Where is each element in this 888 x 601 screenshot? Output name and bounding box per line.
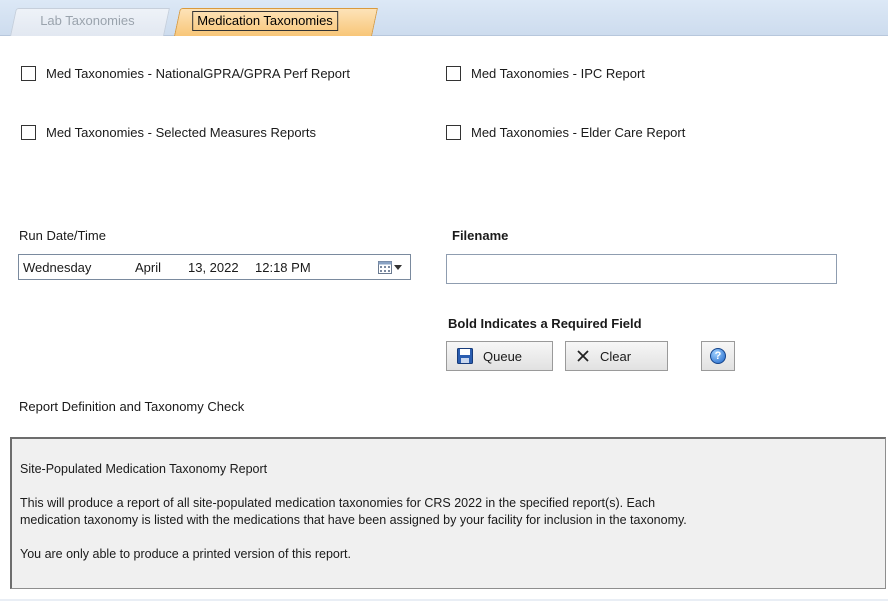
tab-bar: Lab Taxonomies Medication Taxonomies [0,0,888,36]
date-weekday[interactable]: Wednesday [23,260,91,275]
filename-label: Filename [452,228,509,243]
national-gpra-label: Med Taxonomies - NationalGPRA/GPRA Perf … [46,66,350,81]
help-button[interactable]: ? [701,341,735,371]
queue-label: Queue [483,348,523,364]
filename-input[interactable] [446,254,837,284]
tab-lab-label: Lab Taxonomies [40,13,135,28]
date-day-year[interactable]: 13, 2022 [188,260,239,275]
tab-med-label: Medication Taxonomies [192,11,338,31]
date-time[interactable]: 12:18 PM [255,260,311,275]
calendar-icon [378,260,392,274]
elder-care-label: Med Taxonomies - Elder Care Report [471,125,686,140]
required-field-note: Bold Indicates a Required Field [448,316,642,331]
selected-measures-label: Med Taxonomies - Selected Measures Repor… [46,125,316,140]
tab-lab-taxonomies[interactable]: Lab Taxonomies [10,8,170,36]
report-option-ipc[interactable]: Med Taxonomies - IPC Report [446,66,645,81]
report-option-national-gpra[interactable]: Med Taxonomies - NationalGPRA/GPRA Perf … [21,66,350,81]
national-gpra-checkbox[interactable] [21,66,36,81]
help-icon: ? [710,348,726,364]
run-date-label: Run Date/Time [19,228,106,243]
report-definition-panel: Site-Populated Medication Taxonomy Repor… [10,437,886,589]
run-date-picker[interactable]: Wednesday April 13, 2022 12:18 PM [18,254,411,280]
report-body-line2: medication taxonomy is listed with the m… [20,513,687,527]
selected-measures-checkbox[interactable] [21,125,36,140]
clear-label: Clear [600,348,632,364]
report-definition-heading: Report Definition and Taxonomy Check [19,399,245,414]
report-option-selected-measures[interactable]: Med Taxonomies - Selected Measures Repor… [21,125,316,140]
calendar-dropdown-button[interactable] [378,260,404,274]
ipc-label: Med Taxonomies - IPC Report [471,66,645,81]
tab-medication-taxonomies[interactable]: Medication Taxonomies [174,8,378,36]
ipc-checkbox[interactable] [446,66,461,81]
elder-care-checkbox[interactable] [446,125,461,140]
x-icon [577,350,589,362]
floppy-disk-icon [457,348,473,364]
clear-button[interactable]: Clear [565,341,668,371]
chevron-down-icon [394,264,402,270]
report-title: Site-Populated Medication Taxonomy Repor… [20,462,268,476]
queue-button[interactable]: Queue [446,341,553,371]
report-body-line1: This will produce a report of all site-p… [20,496,656,510]
date-month[interactable]: April [135,260,161,275]
printed-version-note: You are only able to produce a printed v… [20,547,351,561]
report-option-elder-care[interactable]: Med Taxonomies - Elder Care Report [446,125,685,140]
